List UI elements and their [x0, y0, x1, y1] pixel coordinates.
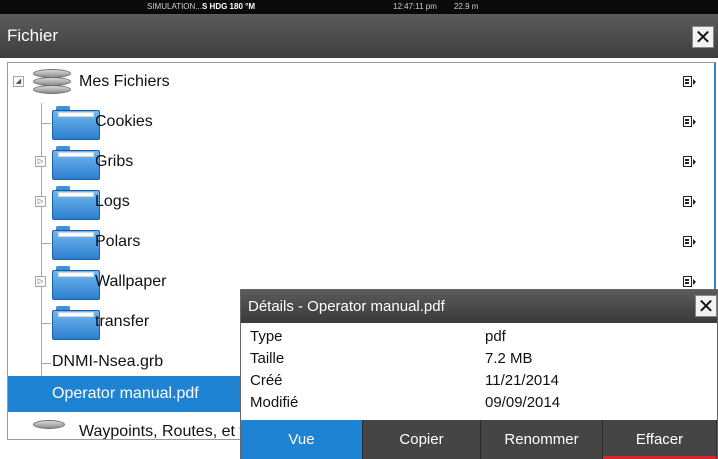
rename-button[interactable]: Renommer [481, 420, 603, 459]
waypoints-icon [33, 420, 65, 439]
folder-label: Polars [95, 233, 141, 250]
folder-icon [52, 266, 100, 300]
detail-key: Taille [250, 350, 285, 367]
file-label: DNMI-Nsea.grb [52, 353, 164, 370]
folder-label: transfer [95, 313, 150, 330]
collapse-toggle[interactable]: ◢ [13, 76, 24, 87]
close-icon: ✕ [697, 294, 715, 318]
tree-root-label: Mes Fichiers [79, 73, 170, 90]
close-dialog-button[interactable]: ✕ [695, 295, 717, 317]
dialog-title: Détails - Operator manual.pdf [248, 298, 445, 315]
context-menu-icon[interactable] [683, 116, 696, 128]
folder-label: Gribs [95, 153, 134, 170]
tree-branch [41, 363, 51, 364]
context-menu-icon[interactable] [683, 196, 696, 208]
tree-branch [41, 123, 51, 124]
status-bar: SIMULATION... S HDG 180 °M 12:47:11 pm 2… [0, 0, 718, 14]
clock: 12:47:11 pm [393, 2, 437, 11]
detail-key: Créé [250, 372, 283, 389]
expand-toggle[interactable]: ▷ [35, 156, 46, 167]
view-button[interactable]: Vue [241, 420, 363, 459]
tree-branch [41, 243, 51, 244]
close-icon: ✕ [694, 25, 712, 49]
folder-icon [52, 306, 100, 340]
tree-folder-gribs[interactable]: ▷ Gribs [8, 143, 714, 183]
context-menu-icon[interactable] [683, 276, 696, 288]
detail-value: 11/21/2014 [485, 372, 559, 389]
detail-row-created: Créé 11/21/2014 [250, 372, 710, 394]
folder-icon [52, 106, 100, 140]
detail-row-modified: Modifié 09/09/2014 [250, 394, 710, 416]
detail-key: Type [250, 328, 283, 345]
details-dialog: Détails - Operator manual.pdf ✕ Type pdf… [240, 289, 718, 459]
folder-label: Wallpaper [95, 273, 167, 290]
window-titlebar: Fichier ✕ [0, 14, 718, 58]
folder-icon [52, 186, 100, 220]
dialog-titlebar: Détails - Operator manual.pdf ✕ [241, 290, 717, 323]
tree-folder-logs[interactable]: ▷ Logs [8, 183, 714, 223]
close-window-button[interactable]: ✕ [692, 26, 714, 48]
expand-toggle[interactable]: ▷ [35, 276, 46, 287]
tree-folder-cookies[interactable]: Cookies [8, 103, 714, 143]
context-menu-icon[interactable] [683, 236, 696, 248]
database-icon [33, 69, 71, 99]
folder-label: Cookies [95, 113, 153, 130]
detail-row-type: Type pdf [250, 328, 710, 350]
detail-value: 09/09/2014 [485, 394, 561, 411]
folder-icon [52, 226, 100, 260]
tree-item-label: Waypoints, Routes, et tra [79, 423, 259, 440]
delete-button[interactable]: Effacer [603, 420, 717, 459]
context-menu-icon[interactable] [683, 156, 696, 168]
window-title: Fichier [7, 26, 59, 45]
context-menu-icon[interactable] [683, 76, 696, 88]
expand-toggle[interactable]: ▷ [35, 196, 46, 207]
detail-value: 7.2 MB [485, 350, 533, 367]
tree-branch [41, 323, 51, 324]
file-label: Operator manual.pdf [52, 385, 199, 402]
detail-row-size: Taille 7.2 MB [250, 350, 710, 372]
simulation-indicator: SIMULATION... [147, 2, 202, 11]
detail-value: pdf [485, 328, 506, 345]
dialog-button-bar: Vue Copier Renommer Effacer [241, 420, 717, 459]
detail-key: Modifié [250, 394, 299, 411]
heading-readout: S HDG 180 °M [202, 2, 255, 11]
tree-root-my-files[interactable]: ◢ Mes Fichiers [8, 63, 714, 103]
copy-button[interactable]: Copier [363, 420, 481, 459]
folder-icon [52, 146, 100, 180]
depth-readout: 22.9 m [454, 2, 479, 11]
tree-folder-polars[interactable]: Polars [8, 223, 714, 263]
folder-label: Logs [95, 193, 130, 210]
